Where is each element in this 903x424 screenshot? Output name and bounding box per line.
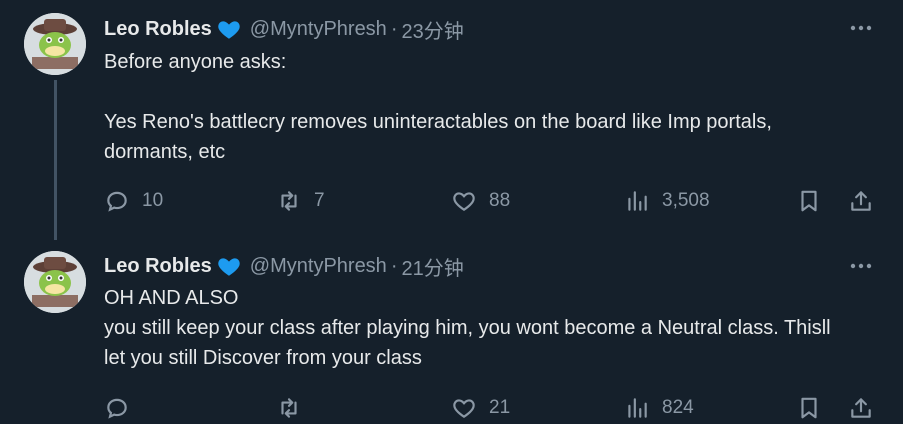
like-icon [453,192,475,211]
retweet-icon [281,191,297,211]
more-icon[interactable] [848,18,874,38]
bookmark-button[interactable] [796,392,822,424]
reply-icon [107,191,127,212]
views-icon [628,398,647,418]
retweet-button[interactable]: 7 [276,185,325,217]
reply-count: 10 [142,190,164,211]
bookmark-icon [801,190,817,212]
like-button[interactable]: 88 [451,185,510,217]
avatar[interactable] [24,251,86,313]
verified-heart-icon [218,21,240,39]
tweet[interactable]: Leo Robles @MyntyPhresh · 21分钟 OH AND AL… [0,240,903,423]
separator-dot: · [390,17,398,40]
share-button[interactable] [848,392,874,424]
action-bar: 21 824 [104,392,884,424]
view-count: 824 [662,397,694,418]
tweet-text: OH AND ALSO you still keep your class af… [104,287,831,369]
tweet-header: Leo Robles @MyntyPhresh · 21分钟 [104,252,464,280]
views-button[interactable]: 824 [624,392,694,424]
views-icon [628,191,647,211]
retweet-icon [281,398,297,418]
avatar[interactable] [24,13,86,75]
like-count: 21 [489,397,511,418]
handle[interactable]: @MyntyPhresh [250,18,387,41]
reply-button[interactable]: 10 [104,185,163,217]
retweet-count: 7 [314,190,325,211]
handle[interactable]: @MyntyPhresh [250,255,387,278]
verified-heart-icon [218,258,240,276]
reply-button[interactable] [104,392,142,424]
display-name[interactable]: Leo Robles [104,18,212,41]
bookmark-button[interactable] [796,185,822,217]
like-icon [453,399,475,418]
share-icon [851,191,871,211]
retweet-button[interactable] [276,392,314,424]
share-button[interactable] [848,185,874,217]
display-name[interactable]: Leo Robles [104,255,212,278]
view-count: 3,508 [662,190,710,211]
more-icon[interactable] [848,256,874,276]
timestamp[interactable]: 21分钟 [401,252,463,281]
tweet-header: Leo Robles @MyntyPhresh · 23分钟 [104,15,464,43]
bookmark-icon [801,397,817,419]
share-icon [851,398,871,418]
like-count: 88 [489,190,511,211]
timestamp[interactable]: 23分钟 [401,15,463,44]
tweet[interactable]: Leo Robles @MyntyPhresh · 23分钟 Before an… [0,0,903,240]
reply-icon [107,398,127,419]
views-button[interactable]: 3,508 [624,185,710,217]
tweet-text: Before anyone asks: Yes Reno's battlecry… [104,51,772,163]
action-bar: 10 7 88 3,508 [104,185,884,217]
separator-dot: · [390,254,398,277]
like-button[interactable]: 21 [451,392,510,424]
thread-line [54,80,57,240]
